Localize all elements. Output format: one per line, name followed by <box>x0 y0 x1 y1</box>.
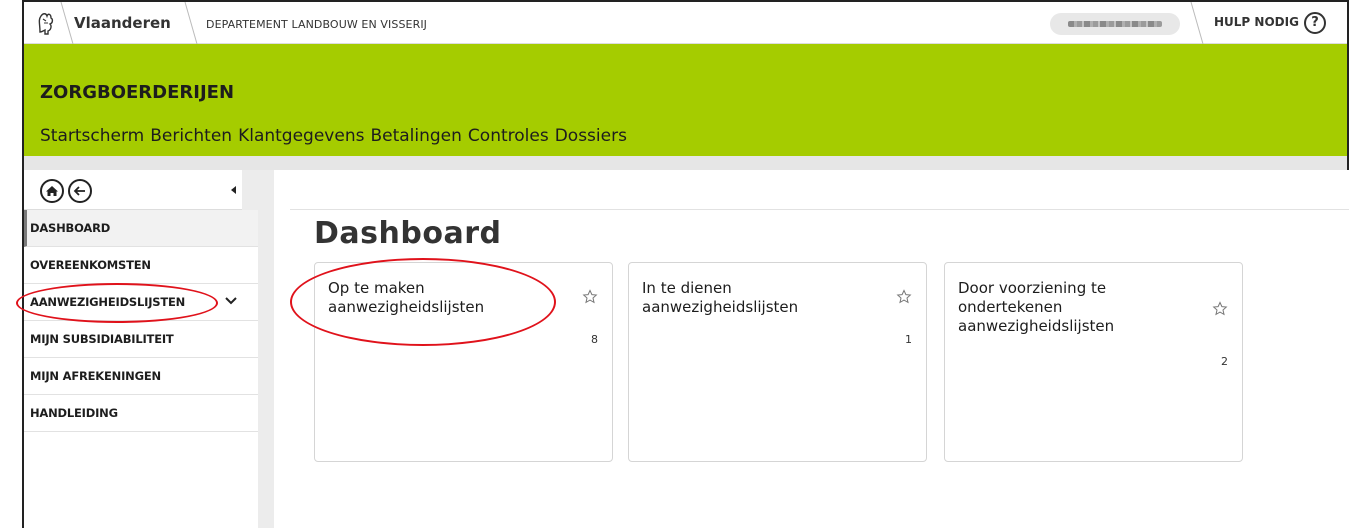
chevron-down-icon[interactable] <box>224 296 238 306</box>
breadcrumb-separator-icon <box>60 2 74 44</box>
nav-item-dossiers[interactable]: Dossiers <box>555 126 627 146</box>
nav-item-klantgegevens[interactable]: Klantgegevens <box>238 126 364 146</box>
page-title: Dashboard <box>314 216 502 251</box>
sidebar-item-mijn-afrekeningen[interactable]: MIJN AFREKENINGEN <box>24 358 258 395</box>
nav-item-startscherm[interactable]: Startscherm <box>40 126 144 146</box>
star-icon[interactable] <box>582 289 598 305</box>
dashboard-card-op-te-maken[interactable]: Op te maken aanwezigheidslijsten 8 <box>314 262 613 462</box>
nav-item-berichten[interactable]: Berichten <box>150 126 232 146</box>
card-count: 2 <box>1221 355 1228 368</box>
brand-name[interactable]: Vlaanderen <box>74 14 171 32</box>
card-count: 1 <box>905 333 912 346</box>
sidebar-item-aanwezigheidslijsten[interactable]: AANWEZIGHEIDSLIJSTEN <box>24 284 258 321</box>
star-icon[interactable] <box>1212 301 1228 317</box>
back-button[interactable] <box>68 179 92 203</box>
star-icon[interactable] <box>896 289 912 305</box>
sidebar-item-label: OVEREENKOMSTEN <box>30 258 151 272</box>
breadcrumb-separator-icon <box>184 2 198 44</box>
main-navigation: Startscherm Berichten Klantgegevens Beta… <box>40 126 627 146</box>
user-profile-button[interactable] <box>1050 13 1180 35</box>
sidebar-toolbar <box>24 170 258 210</box>
nav-item-betalingen[interactable]: Betalingen <box>370 126 461 146</box>
home-button[interactable] <box>40 179 64 203</box>
app-title[interactable]: ZORGBOERDERIJEN <box>40 82 234 103</box>
help-icon[interactable]: ? <box>1304 12 1326 34</box>
sidebar-item-label: HANDLEIDING <box>30 406 118 420</box>
sidebar-item-label: MIJN SUBSIDIABILITEIT <box>30 332 174 346</box>
dashboard-card-door-voorziening[interactable]: Door voorziening te ondertekenen aanwezi… <box>944 262 1243 462</box>
help-label[interactable]: HULP NODIG <box>1214 15 1299 29</box>
main-content: Dashboard Op te maken aanwezigheidslijst… <box>290 170 1349 528</box>
sidebar-item-mijn-subsidiabiliteit[interactable]: MIJN SUBSIDIABILITEIT <box>24 321 258 358</box>
sidebar-item-handleiding[interactable]: HANDLEIDING <box>24 395 258 432</box>
card-title: Door voorziening te ondertekenen aanwezi… <box>958 279 1115 335</box>
back-arrow-icon <box>73 186 85 196</box>
header-divider <box>24 156 1347 170</box>
app-header: ZORGBOERDERIJEN Startscherm Berichten Kl… <box>24 44 1347 156</box>
card-title: In te dienen aanwezigheidslijsten <box>642 279 799 316</box>
department-name[interactable]: DEPARTEMENT LANDBOUW EN VISSERIJ <box>206 18 427 31</box>
sidebar-collapse-area <box>242 170 258 210</box>
sidebar-item-label: AANWEZIGHEIDSLIJSTEN <box>30 295 186 309</box>
main-toolbar <box>290 170 1349 210</box>
sidebar: DASHBOARD OVEREENKOMSTEN AANWEZIGHEIDSLI… <box>24 170 274 528</box>
top-bar: Vlaanderen DEPARTEMENT LANDBOUW EN VISSE… <box>24 2 1347 44</box>
browser-frame: Vlaanderen DEPARTEMENT LANDBOUW EN VISSE… <box>16 0 1349 528</box>
sidebar-item-overeenkomsten[interactable]: OVEREENKOMSTEN <box>24 247 258 284</box>
vlaanderen-lion-logo-icon <box>38 13 54 35</box>
sidebar-item-label: MIJN AFREKENINGEN <box>30 369 161 383</box>
sidebar-item-label: DASHBOARD <box>30 221 111 235</box>
card-count: 8 <box>591 333 598 346</box>
collapse-caret-icon[interactable] <box>228 181 240 199</box>
breadcrumb-separator-icon <box>1190 2 1204 44</box>
blurred-username <box>1068 21 1162 27</box>
home-icon <box>46 186 58 196</box>
sidebar-item-dashboard[interactable]: DASHBOARD <box>24 210 258 247</box>
nav-item-controles[interactable]: Controles <box>468 126 549 146</box>
dashboard-card-in-te-dienen[interactable]: In te dienen aanwezigheidslijsten 1 <box>628 262 927 462</box>
card-title: Op te maken aanwezigheidslijsten <box>328 279 485 316</box>
